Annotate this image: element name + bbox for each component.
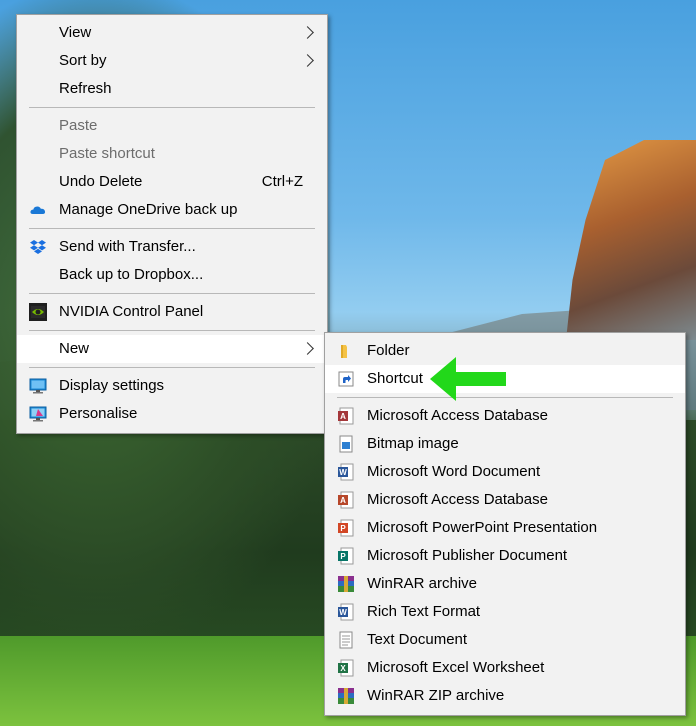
submenu-item-excel-worksheet[interactable]: X Microsoft Excel Worksheet (325, 654, 685, 682)
menu-item-label: View (59, 24, 92, 41)
chevron-right-icon (301, 47, 315, 75)
green-arrow-annotation (430, 357, 506, 401)
menu-item-paste: Paste (17, 112, 327, 140)
menu-item-paste-shortcut: Paste shortcut (17, 140, 327, 168)
menu-item-label: Display settings (59, 377, 165, 394)
wallpaper-cliff (566, 140, 696, 340)
svg-text:X: X (340, 664, 346, 673)
menu-item-label: NVIDIA Control Panel (59, 303, 204, 320)
menu-item-label: Sort by (59, 52, 107, 69)
menu-item-label: Microsoft Access Database (367, 491, 548, 508)
submenu-item-winrar-archive[interactable]: WinRAR archive (325, 570, 685, 598)
menu-separator (29, 228, 315, 229)
menu-separator (29, 293, 315, 294)
menu-item-display-settings[interactable]: Display settings (17, 372, 327, 400)
menu-item-label: Undo Delete (59, 173, 143, 190)
excel-icon: X (338, 659, 354, 677)
svg-text:A: A (340, 412, 346, 421)
menu-item-label: Refresh (59, 80, 112, 97)
rtf-icon: W (338, 603, 354, 621)
menu-item-sort-by[interactable]: Sort by (17, 47, 327, 75)
menu-separator (29, 330, 315, 331)
menu-item-send-with-transfer[interactable]: Send with Transfer... (17, 233, 327, 261)
personalise-icon (29, 406, 47, 422)
menu-separator (29, 367, 315, 368)
menu-item-label: WinRAR ZIP archive (367, 687, 505, 704)
submenu-item-bitmap-image[interactable]: Bitmap image (325, 430, 685, 458)
svg-text:P: P (340, 552, 346, 561)
menu-item-label: Manage OneDrive back up (59, 201, 238, 218)
menu-item-refresh[interactable]: Refresh (17, 75, 327, 103)
menu-item-label: Text Document (367, 631, 468, 648)
chevron-right-icon (301, 19, 315, 47)
text-document-icon (339, 631, 353, 649)
powerpoint-icon: P (338, 519, 354, 537)
menu-item-label: WinRAR archive (367, 575, 478, 592)
publisher-icon: P (338, 547, 354, 565)
onedrive-cloud-icon (30, 206, 46, 214)
menu-item-manage-onedrive[interactable]: Manage OneDrive back up (17, 196, 327, 224)
submenu-item-powerpoint-presentation[interactable]: P Microsoft PowerPoint Presentation (325, 514, 685, 542)
menu-item-personalise[interactable]: Personalise (17, 400, 327, 428)
menu-item-nvidia-control-panel[interactable]: NVIDIA Control Panel (17, 298, 327, 326)
menu-item-label: Microsoft Word Document (367, 463, 541, 480)
submenu-item-winrar-zip-archive[interactable]: WinRAR ZIP archive (325, 682, 685, 710)
dropbox-icon (30, 240, 46, 254)
word-icon: W (338, 463, 354, 481)
submenu-item-access-database[interactable]: A Microsoft Access Database (325, 402, 685, 430)
menu-separator (29, 107, 315, 108)
menu-item-label: Folder (367, 342, 410, 359)
menu-item-label: Paste (59, 117, 98, 134)
submenu-item-text-document[interactable]: Text Document (325, 626, 685, 654)
menu-item-label: Shortcut (367, 370, 423, 387)
folder-icon (341, 345, 347, 358)
submenu-item-publisher-document[interactable]: P Microsoft Publisher Document (325, 542, 685, 570)
nvidia-icon (29, 303, 47, 321)
access-icon: A (338, 407, 354, 425)
desktop-context-menu: View Sort by Refresh Paste Paste shortcu… (16, 14, 328, 434)
menu-item-label: Personalise (59, 405, 138, 422)
svg-text:A: A (340, 496, 346, 505)
menu-item-label: Microsoft Access Database (367, 407, 548, 424)
menu-item-back-up-to-dropbox[interactable]: Back up to Dropbox... (17, 261, 327, 289)
menu-item-label: Back up to Dropbox... (59, 266, 204, 283)
chevron-right-icon (301, 335, 315, 363)
svg-text:W: W (339, 608, 347, 617)
menu-item-label: Send with Transfer... (59, 238, 196, 255)
menu-item-label: Paste shortcut (59, 145, 155, 162)
display-settings-icon (29, 378, 47, 394)
menu-item-label: Bitmap image (367, 435, 459, 452)
menu-item-undo-delete[interactable]: Undo Delete Ctrl+Z (17, 168, 327, 196)
menu-item-label: Microsoft PowerPoint Presentation (367, 519, 598, 536)
keyboard-shortcut: Ctrl+Z (261, 173, 303, 190)
svg-text:W: W (339, 468, 347, 477)
menu-item-label: Microsoft Excel Worksheet (367, 659, 545, 676)
menu-item-label: Microsoft Publisher Document (367, 547, 568, 564)
submenu-item-access-database-2[interactable]: A Microsoft Access Database (325, 486, 685, 514)
bitmap-icon (339, 435, 353, 453)
winrar-icon (338, 576, 354, 592)
shortcut-icon (338, 371, 354, 387)
menu-item-label: New (59, 340, 90, 357)
submenu-item-rich-text-format[interactable]: W Rich Text Format (325, 598, 685, 626)
winrar-zip-icon (338, 688, 354, 704)
menu-item-label: Rich Text Format (367, 603, 481, 620)
access-icon: A (338, 491, 354, 509)
svg-text:P: P (340, 524, 346, 533)
submenu-item-word-document[interactable]: W Microsoft Word Document (325, 458, 685, 486)
menu-item-new[interactable]: New (17, 335, 327, 363)
menu-item-view[interactable]: View (17, 19, 327, 47)
